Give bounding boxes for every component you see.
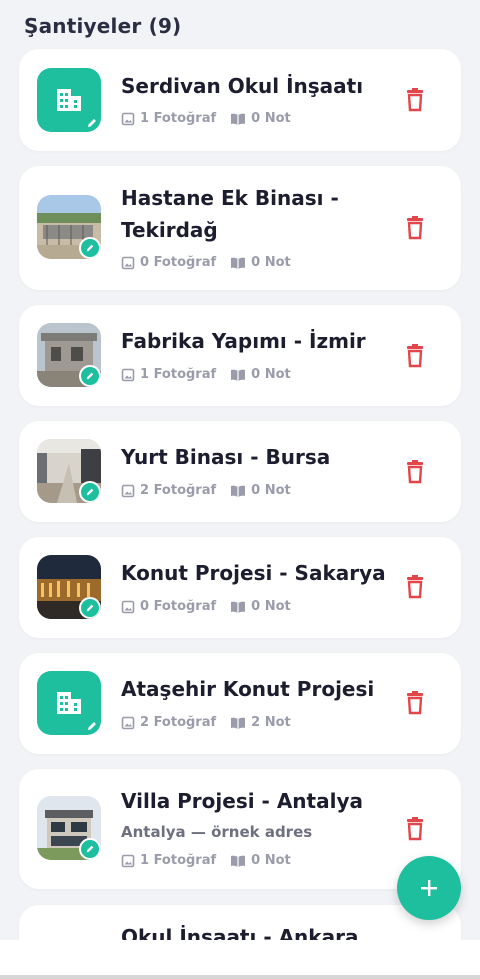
book-icon xyxy=(231,485,246,497)
site-thumbnail[interactable] xyxy=(37,671,101,735)
bottom-bar xyxy=(0,940,480,979)
photo-count: 0 Fotoğraf xyxy=(140,599,217,614)
note-count: 0 Not xyxy=(251,367,291,382)
trash-icon[interactable] xyxy=(405,691,425,715)
site-title: Ataşehir Konut Projesi xyxy=(121,677,375,701)
edit-thumbnail-button[interactable] xyxy=(79,597,101,619)
site-card[interactable]: Konut Projesi - Sakarya 0 Fotoğraf 0 Not xyxy=(19,537,461,638)
pencil-icon xyxy=(88,722,96,730)
note-count: 2 Not xyxy=(251,715,291,730)
trash-icon[interactable] xyxy=(405,88,425,112)
site-title: Hastane Ek Binası - Tekirdağ xyxy=(121,186,339,242)
site-title: Konut Projesi - Sakarya xyxy=(121,561,386,585)
trash-icon[interactable] xyxy=(405,817,425,841)
image-icon xyxy=(121,112,135,125)
image-icon xyxy=(121,600,135,613)
add-site-button[interactable] xyxy=(397,856,461,920)
note-count: 0 Not xyxy=(251,483,291,498)
site-stats: 1 Fotoğraf 0 Not xyxy=(121,111,305,126)
site-card[interactable]: Serdivan Okul İnşaatı 1 Fotoğraf 0 Not xyxy=(19,49,461,151)
site-address: Antalya — örnek adres xyxy=(121,823,313,841)
edit-thumbnail-button[interactable] xyxy=(79,838,101,860)
book-icon xyxy=(231,601,246,613)
site-card[interactable]: Villa Projesi - Antalya Antalya — örnek … xyxy=(19,769,461,889)
edit-thumbnail-button[interactable] xyxy=(81,112,101,132)
note-count: 0 Not xyxy=(251,853,291,868)
edit-thumbnail-button[interactable] xyxy=(79,365,101,387)
edit-thumbnail-button[interactable] xyxy=(79,237,101,259)
site-title: Villa Projesi - Antalya xyxy=(121,789,363,813)
site-card[interactable]: Ataşehir Konut Projesi 2 Fotoğraf 2 Not xyxy=(19,653,461,754)
image-icon xyxy=(121,256,135,269)
photo-count: 2 Fotoğraf xyxy=(140,715,217,730)
site-card[interactable]: Okul İnşaatı - Ankara xyxy=(19,905,461,940)
site-thumbnail[interactable] xyxy=(37,796,101,860)
image-icon xyxy=(121,854,135,867)
site-card[interactable]: Fabrika Yapımı - İzmir 1 Fotoğraf 0 Not xyxy=(19,305,461,406)
book-icon xyxy=(231,257,246,269)
site-title: Serdivan Okul İnşaatı xyxy=(121,74,364,98)
home-indicator xyxy=(0,975,480,979)
edit-thumbnail-button[interactable] xyxy=(79,481,101,503)
building-icon xyxy=(57,692,81,714)
site-card[interactable]: Yurt Binası - Bursa 2 Fotoğraf 0 Not xyxy=(19,421,461,522)
building-icon xyxy=(57,89,81,111)
pencil-icon xyxy=(86,604,94,612)
book-icon xyxy=(231,113,246,125)
site-stats: 2 Fotoğraf 2 Not xyxy=(121,715,305,730)
trash-icon[interactable] xyxy=(405,216,425,240)
site-stats: 1 Fotoğraf 0 Not xyxy=(121,853,305,868)
book-icon xyxy=(231,369,246,381)
photo-count: 2 Fotoğraf xyxy=(140,483,217,498)
pencil-icon xyxy=(86,488,94,496)
site-stats: 0 Fotoğraf 0 Not xyxy=(121,599,305,614)
site-stats: 2 Fotoğraf 0 Not xyxy=(121,483,305,498)
image-icon xyxy=(121,716,135,729)
photo-count: 1 Fotoğraf xyxy=(140,367,217,382)
image-icon xyxy=(121,368,135,381)
trash-icon[interactable] xyxy=(405,460,425,484)
photo-count: 1 Fotoğraf xyxy=(140,853,217,868)
site-title: Okul İnşaatı - Ankara xyxy=(121,925,359,940)
pencil-icon xyxy=(88,119,96,127)
book-icon xyxy=(231,717,246,729)
image-icon xyxy=(121,484,135,497)
trash-icon[interactable] xyxy=(405,344,425,368)
site-thumbnail[interactable] xyxy=(37,555,101,619)
site-thumbnail[interactable] xyxy=(37,68,101,132)
note-count: 0 Not xyxy=(251,599,291,614)
photo-count: 1 Fotoğraf xyxy=(140,111,217,126)
edit-thumbnail-button[interactable] xyxy=(81,715,101,735)
trash-icon[interactable] xyxy=(405,575,425,599)
site-thumbnail[interactable] xyxy=(37,195,101,259)
pencil-icon xyxy=(86,845,94,853)
page-title: Şantiyeler (9) xyxy=(24,14,182,38)
book-icon xyxy=(231,855,246,867)
site-title: Fabrika Yapımı - İzmir xyxy=(121,329,366,353)
plus-icon xyxy=(421,880,437,896)
site-thumbnail[interactable] xyxy=(37,439,101,503)
site-stats: 1 Fotoğraf 0 Not xyxy=(121,367,305,382)
pencil-icon xyxy=(86,372,94,380)
site-title: Yurt Binası - Bursa xyxy=(121,445,331,469)
note-count: 0 Not xyxy=(251,111,291,126)
site-thumbnail[interactable] xyxy=(37,323,101,387)
photo-count: 0 Fotoğraf xyxy=(140,255,217,270)
site-card[interactable]: Hastane Ek Binası - Tekirdağ 0 Fotoğraf … xyxy=(19,166,461,290)
site-list: Serdivan Okul İnşaatı 1 Fotoğraf 0 Not H… xyxy=(0,0,480,940)
site-stats: 0 Fotoğraf 0 Not xyxy=(121,255,305,270)
pencil-icon xyxy=(86,244,94,252)
note-count: 0 Not xyxy=(251,255,291,270)
